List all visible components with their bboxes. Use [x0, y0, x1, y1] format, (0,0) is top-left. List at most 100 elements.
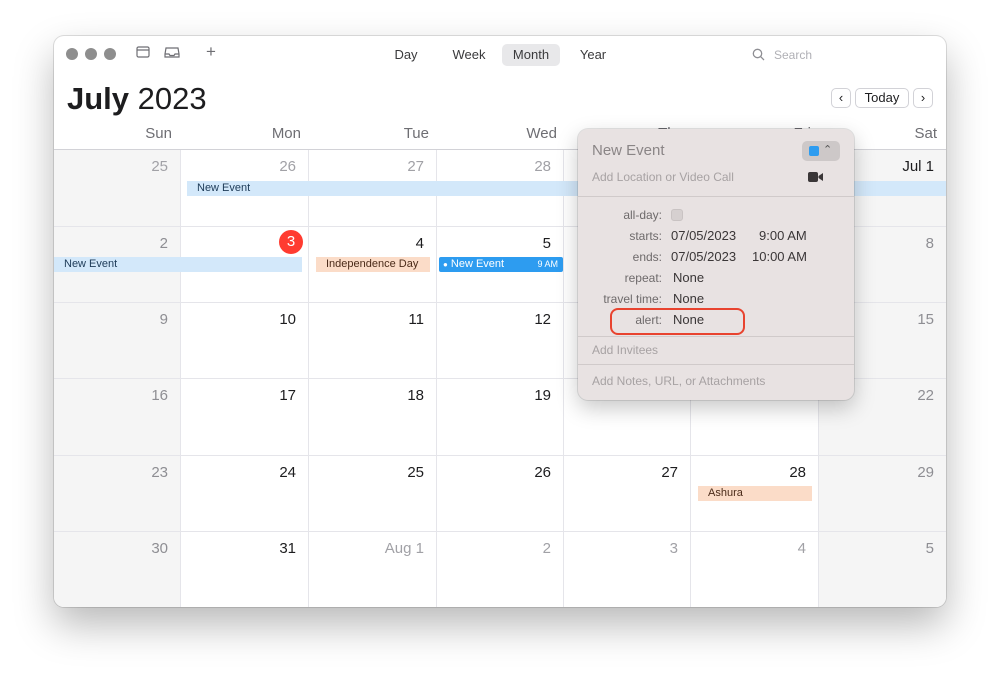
- next-month-button[interactable]: ›: [913, 88, 933, 108]
- event-title-field[interactable]: New Event: [592, 142, 665, 159]
- day-number: 26: [534, 464, 551, 481]
- ends-date[interactable]: 07/05/2023: [671, 249, 736, 265]
- selected-calendar-event[interactable]: ● New Event 9 AM: [439, 257, 563, 272]
- repeat-value[interactable]: None: [673, 270, 704, 286]
- day-number: 17: [279, 387, 296, 404]
- day-cell[interactable]: 12: [437, 303, 564, 379]
- day-number: 11: [408, 311, 424, 328]
- day-number: 10: [279, 311, 296, 328]
- chevron-updown-icon: ⌃: [823, 144, 833, 156]
- close-window-button[interactable]: [66, 48, 78, 60]
- add-event-button[interactable]: +: [206, 43, 216, 61]
- day-number: 15: [917, 311, 934, 328]
- minimize-window-button[interactable]: [85, 48, 97, 60]
- day-cell[interactable]: 17: [181, 379, 309, 456]
- view-day-tab[interactable]: Day: [386, 44, 426, 66]
- event-dot-icon: ●: [443, 260, 448, 269]
- divider: [578, 364, 854, 365]
- day-number: 2: [542, 540, 551, 557]
- day-cell[interactable]: 5: [819, 532, 946, 607]
- allday-label: all-day:: [623, 208, 662, 222]
- day-cell[interactable]: 18: [309, 379, 437, 456]
- today-date-badge: 3: [279, 230, 303, 254]
- day-cell[interactable]: 23: [54, 456, 181, 532]
- divider: [578, 336, 854, 337]
- inbox-icon[interactable]: [164, 45, 180, 64]
- event-popover: New Event ⌃ Add Location or Video Call a…: [578, 129, 854, 400]
- view-week-tab[interactable]: Week: [446, 44, 492, 66]
- day-cell[interactable]: 3: [564, 532, 691, 607]
- day-number: 25: [151, 158, 168, 175]
- day-cell[interactable]: Aug 1: [309, 532, 437, 607]
- day-cell[interactable]: 4: [691, 532, 819, 607]
- ends-label: ends:: [632, 250, 662, 264]
- search-icon: [752, 45, 765, 67]
- day-number: Aug 1: [384, 540, 424, 557]
- weekday-header-wed: Wed: [526, 125, 557, 142]
- today-button[interactable]: Today: [855, 88, 909, 108]
- day-cell[interactable]: 16: [54, 379, 181, 456]
- day-number: 12: [534, 311, 551, 328]
- day-number: 28: [534, 158, 551, 175]
- add-invitees-field[interactable]: Add Invitees: [592, 343, 658, 357]
- calendar-event[interactable]: New Event: [54, 257, 302, 272]
- title-month: July: [67, 81, 130, 116]
- calendar-list-icon[interactable]: [136, 45, 150, 64]
- starts-date[interactable]: 07/05/2023: [671, 228, 736, 244]
- ends-time[interactable]: 10:00 AM: [752, 249, 807, 265]
- alert-highlight-annotation: [610, 308, 745, 335]
- day-number: 8: [925, 235, 934, 252]
- day-number: 5: [925, 540, 934, 557]
- day-number: 3: [669, 540, 678, 557]
- day-number: Jul 1: [902, 158, 934, 175]
- view-year-tab[interactable]: Year: [572, 44, 614, 66]
- view-month-tab[interactable]: Month: [502, 44, 560, 66]
- calendar-color-picker[interactable]: ⌃: [802, 141, 840, 161]
- day-cell[interactable]: 11: [309, 303, 437, 379]
- day-number: 29: [917, 464, 934, 481]
- starts-time[interactable]: 9:00 AM: [759, 228, 807, 244]
- allday-checkbox[interactable]: [671, 209, 683, 221]
- weekday-header-sun: Sun: [145, 125, 172, 142]
- search-placeholder: Search: [774, 48, 813, 62]
- day-cell[interactable]: 19: [437, 379, 564, 456]
- day-cell[interactable]: 31: [181, 532, 309, 607]
- day-number: 24: [279, 464, 296, 481]
- location-field[interactable]: Add Location or Video Call: [592, 170, 734, 184]
- day-number: 30: [151, 540, 168, 557]
- day-number: 23: [151, 464, 168, 481]
- video-camera-icon[interactable]: [808, 170, 824, 182]
- add-notes-field[interactable]: Add Notes, URL, or Attachments: [592, 374, 765, 388]
- day-cell[interactable]: 10: [181, 303, 309, 379]
- day-cell[interactable]: 26: [437, 456, 564, 532]
- previous-month-button[interactable]: ‹: [831, 88, 851, 108]
- day-number: 19: [534, 387, 551, 404]
- day-cell[interactable]: 29: [819, 456, 946, 532]
- holiday-event[interactable]: Ashura: [698, 486, 812, 501]
- day-cell[interactable]: 9: [54, 303, 181, 379]
- day-cell[interactable]: 24: [181, 456, 309, 532]
- day-number: 31: [279, 540, 296, 557]
- calendar-window: + Day Week Month Year Search July 2023 ‹…: [54, 36, 946, 607]
- day-cell[interactable]: 25: [309, 456, 437, 532]
- day-cell[interactable]: 25: [54, 150, 181, 227]
- day-number: 27: [661, 464, 678, 481]
- zoom-window-button[interactable]: [104, 48, 116, 60]
- day-number: 5: [542, 235, 551, 252]
- holiday-event[interactable]: Independence Day: [316, 257, 430, 272]
- travel-time-value[interactable]: None: [673, 291, 704, 307]
- day-number: 4: [797, 540, 806, 557]
- day-number: 16: [151, 387, 168, 404]
- day-number: 18: [407, 387, 424, 404]
- travel-time-label: travel time:: [603, 292, 662, 306]
- weekday-header-tue: Tue: [403, 125, 429, 142]
- day-number: 27: [407, 158, 424, 175]
- day-cell[interactable]: 2: [437, 532, 564, 607]
- page-title: July 2023: [67, 80, 207, 118]
- color-swatch-icon: [809, 146, 819, 156]
- day-cell[interactable]: 30: [54, 532, 181, 607]
- day-cell[interactable]: 27: [564, 456, 691, 532]
- event-title: New Event: [450, 258, 505, 270]
- search-field[interactable]: Search: [752, 45, 902, 65]
- day-number: 9: [159, 311, 168, 328]
